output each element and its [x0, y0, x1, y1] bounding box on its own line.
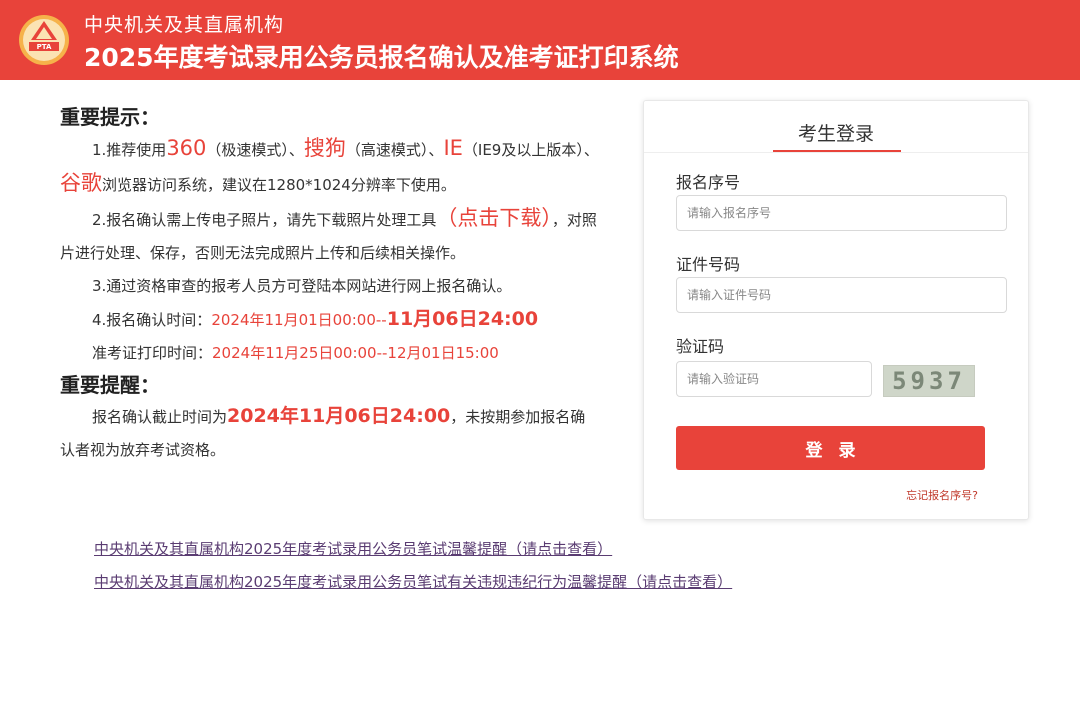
- logo-text: PTA: [37, 43, 52, 51]
- reminder-title: 重要提醒：: [60, 373, 160, 397]
- notice-item-browsers: 1.推荐使用360（极速模式）、搜狗（高速模式）、IE（IE9及以上版本）、谷歌…: [60, 132, 600, 202]
- notice-item-print-time: 准考证打印时间：2024年11月25日00:00--12月01日15:00: [60, 337, 600, 370]
- notice-text: （高速模式）、: [345, 141, 444, 159]
- browser-sogou: 搜狗: [303, 136, 346, 160]
- confirm-end-time: 11月06日24:00: [386, 308, 539, 330]
- pta-logo: PTA: [19, 15, 69, 65]
- exam-reminder-link[interactable]: 中央机关及其直属机构2025年度考试录用公务员笔试温馨提醒（请点击查看）: [94, 538, 612, 559]
- reminder-deadline: 2024年11月06日24:00: [227, 405, 451, 427]
- download-tool-link[interactable]: （点击下载）: [436, 206, 552, 230]
- notice-text: （极速模式）、: [206, 141, 304, 159]
- notice-text: （IE9及以上版本）、: [462, 141, 599, 159]
- print-time-range: 2024年11月25日00:00--12月01日15:00: [212, 344, 499, 362]
- notice-section: 重要提示： 1.推荐使用360（极速模式）、搜狗（高速模式）、IE（IE9及以上…: [60, 102, 600, 467]
- site-header: PTA 中央机关及其直属机构 2025年度考试录用公务员报名确认及准考证打印系统: [0, 0, 1080, 80]
- notice-item-eligibility: 3.通过资格审查的报考人员方可登陆本网站进行网上报名确认。: [92, 277, 512, 295]
- notice-text: 浏览器访问系统，建议在1280*1024分辨率下使用。: [102, 176, 456, 194]
- notice-text: 1.推荐使用: [92, 141, 167, 159]
- notice-item-photo: 2.报名确认需上传电子照片，请先下载照片处理工具（点击下载），对照片进行处理、保…: [60, 202, 600, 270]
- login-button[interactable]: 登录: [676, 426, 985, 470]
- browser-ie: IE: [443, 136, 463, 160]
- divider: [644, 152, 1028, 153]
- captcha-label: 验证码: [676, 337, 725, 356]
- notice-text: 2.报名确认需上传电子照片，请先下载照片处理工具: [92, 211, 437, 229]
- header-subtitle: 中央机关及其直属机构: [84, 14, 285, 36]
- header-title: 2025年度考试录用公务员报名确认及准考证打印系统: [84, 43, 679, 72]
- login-title: 考生登录: [797, 123, 874, 145]
- captcha-input[interactable]: [676, 361, 872, 397]
- violation-reminder-link[interactable]: 中央机关及其直属机构2025年度考试录用公务员笔试有关违规违纪行为温馨提醒（请点…: [94, 571, 732, 592]
- notice-text: 4.报名确认时间：: [92, 311, 212, 329]
- login-panel: 考生登录 报名序号 证件号码 验证码 5937 登录 忘记报名序号?: [643, 100, 1029, 520]
- id-number-input[interactable]: [676, 277, 1007, 313]
- notice-title: 重要提示：: [60, 105, 160, 129]
- reminder-text-part: 报名确认截止时间为: [92, 408, 228, 426]
- notice-item-confirm-time: 4.报名确认时间：2024年11月01日00:00--11月06日24:00: [60, 303, 600, 337]
- notice-text: 准考证打印时间：: [92, 344, 213, 362]
- reg-number-input[interactable]: [676, 195, 1007, 231]
- forgot-reg-number-link[interactable]: 忘记报名序号?: [906, 487, 978, 503]
- reg-number-label: 报名序号: [676, 173, 741, 192]
- id-number-label: 证件号码: [676, 255, 741, 274]
- reminder-text: 报名确认截止时间为2024年11月06日24:00，未按期参加报名确认者视为放弃…: [60, 400, 600, 467]
- captcha-image[interactable]: 5937: [883, 365, 975, 397]
- browser-360: 360: [166, 136, 207, 160]
- title-underline: [773, 150, 901, 152]
- browser-chrome: 谷歌: [60, 171, 102, 195]
- confirm-start-time: 2024年11月01日00:00--: [211, 311, 387, 329]
